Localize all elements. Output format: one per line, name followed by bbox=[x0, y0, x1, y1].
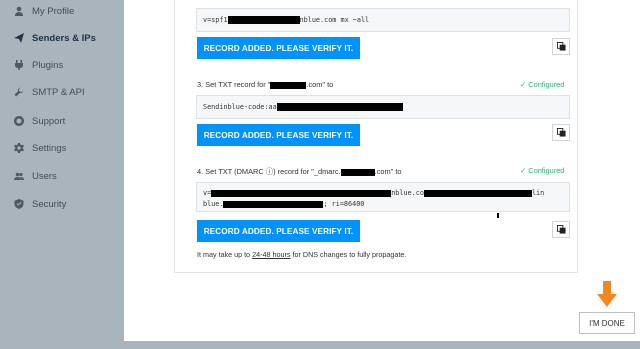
sidebar-item-smtp-api[interactable]: SMTP & API bbox=[0, 79, 124, 105]
sidebar-item-users[interactable]: Users bbox=[0, 163, 124, 189]
sidebar: My Profile Senders & IPs Plugins SMTP & … bbox=[0, 0, 124, 349]
spf-verify-button[interactable]: RECORD ADDED. PLEASE VERIFY IT. bbox=[197, 37, 360, 59]
paper-plane-icon bbox=[14, 33, 24, 43]
users-icon bbox=[14, 171, 24, 181]
sidebar-item-my-profile[interactable]: My Profile bbox=[0, 0, 124, 24]
sidebar-item-label: Senders & IPs bbox=[32, 32, 96, 44]
step4-label: 4. Set TXT (DMARC ⓘ) record for "_dmarc.… bbox=[197, 167, 402, 176]
shield-icon bbox=[14, 199, 24, 209]
user-icon bbox=[14, 6, 24, 16]
lifebuoy-icon bbox=[14, 116, 24, 126]
gear-icon bbox=[14, 143, 24, 153]
sidebar-item-label: SMTP & API bbox=[32, 86, 85, 98]
spf-record-value[interactable]: v=spf1 nblue.com mx ~all bbox=[196, 8, 570, 32]
im-done-button[interactable]: I'M DONE bbox=[579, 312, 635, 334]
sidebar-item-label: Support bbox=[32, 115, 66, 127]
copy-icon bbox=[556, 128, 566, 137]
spf-copy-button[interactable] bbox=[552, 38, 570, 55]
propagation-note: It may take up to 24-48 hours for DNS ch… bbox=[197, 250, 407, 259]
step3-copy-button[interactable] bbox=[552, 124, 570, 141]
redacted-block bbox=[227, 16, 300, 24]
sidebar-item-security[interactable]: Security bbox=[0, 191, 124, 217]
redacted-block bbox=[276, 103, 403, 111]
sidebar-item-settings[interactable]: Settings bbox=[0, 135, 124, 161]
arrow-down-icon bbox=[597, 281, 617, 307]
sidebar-item-label: Users bbox=[32, 170, 57, 182]
sidebar-item-plugins[interactable]: Plugins bbox=[0, 52, 124, 78]
step4-record-value[interactable]: v= nblue.co lin blue.; ri=86400 bbox=[196, 182, 570, 212]
plug-icon bbox=[14, 60, 24, 70]
sidebar-item-label: Plugins bbox=[32, 59, 64, 71]
copy-icon bbox=[556, 42, 566, 51]
sidebar-item-label: My Profile bbox=[32, 5, 75, 17]
sidebar-item-label: Security bbox=[32, 198, 67, 210]
step3-verify-button[interactable]: RECORD ADDED. PLEASE VERIFY IT. bbox=[197, 124, 360, 146]
step4-verify-button[interactable]: RECORD ADDED. PLEASE VERIFY IT. bbox=[197, 220, 360, 242]
sidebar-item-senders-ips[interactable]: Senders & IPs bbox=[0, 25, 124, 51]
step4-copy-button[interactable] bbox=[552, 221, 570, 238]
cursor-mark bbox=[497, 213, 499, 218]
step3-status-configured: ✓ Configured bbox=[520, 80, 565, 89]
step3-record-value[interactable]: Sendinblue-code:aa bbox=[196, 95, 570, 119]
step3-label: 3. Set TXT record for " .com" to bbox=[197, 80, 334, 89]
sidebar-item-label: Settings bbox=[32, 142, 67, 154]
sidebar-item-support[interactable]: Support bbox=[0, 108, 124, 134]
copy-icon bbox=[556, 225, 566, 234]
step4-status-configured: ✓ Configured bbox=[520, 166, 565, 175]
wrench-icon bbox=[14, 87, 24, 97]
